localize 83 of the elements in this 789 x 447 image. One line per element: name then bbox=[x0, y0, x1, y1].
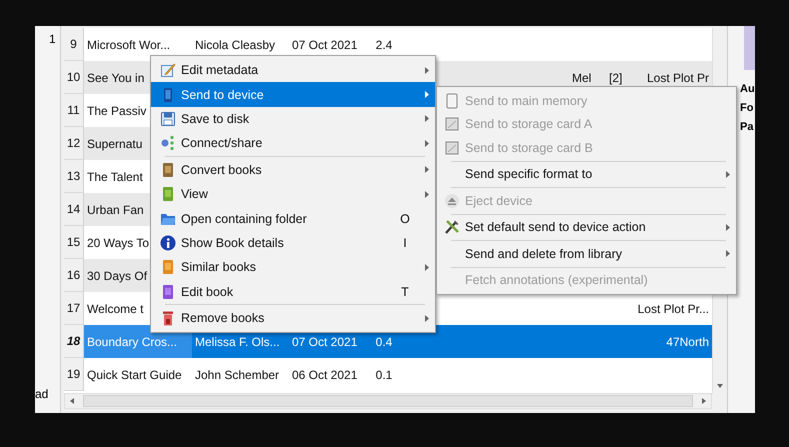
table-cell: The Talent bbox=[87, 170, 143, 184]
row-number: 16 bbox=[64, 259, 84, 292]
row-number: 14 bbox=[64, 193, 84, 226]
table-cell: 0.4 bbox=[376, 334, 392, 348]
submenu-arrow-icon bbox=[425, 190, 429, 198]
table-cell: Welcome t bbox=[87, 302, 144, 316]
submenu-arrow-icon bbox=[726, 224, 730, 231]
table-cell: 07 Oct 2021 bbox=[292, 38, 358, 52]
submenu-arrow-icon bbox=[425, 166, 429, 174]
table-cell: Mel bbox=[572, 70, 592, 84]
submenu-arrow-icon bbox=[425, 140, 429, 147]
table-cell: 30 Days Of bbox=[87, 268, 148, 282]
book-icon bbox=[160, 259, 176, 276]
table-cell: See You in bbox=[87, 70, 144, 84]
submenu-arrow-icon bbox=[726, 170, 730, 178]
menu-item[interactable]: Send and delete from library bbox=[437, 242, 736, 266]
menu-item[interactable]: Save to disk bbox=[151, 106, 435, 132]
book-icon bbox=[160, 186, 176, 202]
menu-item[interactable]: Edit book T bbox=[151, 280, 435, 304]
details-text: Fo bbox=[739, 101, 754, 116]
row-number: 18 bbox=[64, 325, 84, 358]
row-number: 11 bbox=[64, 94, 84, 127]
table-cell: 07 Oct 2021 bbox=[292, 334, 358, 348]
row-number: 9 bbox=[64, 28, 84, 61]
trash-icon bbox=[160, 310, 176, 326]
horizontal-scrollbar[interactable] bbox=[64, 393, 712, 409]
menu-item[interactable]: Send specific format to bbox=[437, 162, 736, 186]
table-cell: [2] bbox=[609, 70, 622, 84]
info-icon bbox=[160, 234, 176, 251]
menu-item[interactable]: Edit metadata bbox=[151, 58, 435, 82]
row-number: 19 bbox=[64, 358, 84, 391]
menu-item[interactable]: Show Book details I bbox=[151, 230, 435, 256]
table-cell: Urban Fan bbox=[87, 202, 144, 216]
cover-thumbnail bbox=[744, 26, 755, 70]
menu-item[interactable]: View bbox=[151, 182, 435, 206]
submenu-arrow-icon bbox=[425, 264, 429, 271]
table-cell: Nicola Cleasby bbox=[195, 38, 276, 52]
table-cell: Microsoft Wor... bbox=[87, 38, 170, 52]
table-cell: Melissa F. Ols... bbox=[195, 334, 280, 348]
table-cell: The Passiv bbox=[87, 104, 146, 118]
row-number: 12 bbox=[64, 127, 84, 160]
table-cell: Lost Plot Pr bbox=[646, 70, 709, 84]
table-cell: 20 Ways To bbox=[87, 236, 150, 250]
table-cell: Quick Start Guide bbox=[87, 368, 182, 382]
row-number: 17 bbox=[64, 292, 84, 325]
memory-card-icon bbox=[444, 116, 460, 132]
scroll-right-icon[interactable] bbox=[701, 398, 707, 404]
scroll-left-icon[interactable] bbox=[69, 398, 75, 404]
submenu-arrow-icon bbox=[726, 250, 730, 258]
table-cell: 47North bbox=[666, 334, 709, 348]
book-icon bbox=[160, 284, 176, 300]
table-cell: Supernatu bbox=[87, 136, 142, 150]
table-cell: John Schember bbox=[195, 368, 280, 382]
menu-item[interactable]: Send to device bbox=[151, 82, 435, 107]
panel-text: 1 bbox=[48, 31, 57, 46]
row-number: 13 bbox=[64, 160, 84, 193]
details-text: Au bbox=[739, 82, 755, 97]
share-icon bbox=[160, 135, 176, 152]
table-cell: Boundary Cros... bbox=[87, 334, 178, 348]
table-cell: 2.4 bbox=[376, 38, 392, 52]
submenu-arrow-icon bbox=[425, 314, 429, 322]
eject-icon bbox=[444, 192, 460, 209]
panel-text: ad bbox=[35, 387, 50, 403]
menu-item[interactable]: Convert books bbox=[151, 158, 435, 182]
edit-icon bbox=[160, 62, 176, 78]
table-cell: Lost Plot Pr... bbox=[638, 302, 709, 316]
submenu-arrow-icon bbox=[425, 91, 429, 98]
tools-icon bbox=[444, 219, 460, 236]
book-icon bbox=[160, 162, 176, 178]
device-icon bbox=[444, 92, 460, 109]
menu-item[interactable]: Similar books bbox=[151, 255, 435, 280]
menu-item[interactable]: Open containing folder O bbox=[151, 206, 435, 231]
menu-item[interactable]: Set default send to device action bbox=[437, 216, 736, 239]
details-text: Pa bbox=[739, 120, 754, 135]
table-cell: 06 Oct 2021 bbox=[292, 368, 358, 382]
menu-item[interactable]: Connect/share bbox=[151, 131, 435, 156]
memory-card-icon bbox=[444, 140, 460, 156]
row-number: 15 bbox=[64, 226, 84, 259]
scroll-down-icon[interactable] bbox=[717, 383, 723, 389]
table-cell: 0.1 bbox=[376, 368, 392, 382]
submenu-arrow-icon bbox=[425, 66, 429, 74]
row-number: 10 bbox=[64, 61, 84, 94]
submenu-arrow-icon bbox=[425, 115, 429, 122]
